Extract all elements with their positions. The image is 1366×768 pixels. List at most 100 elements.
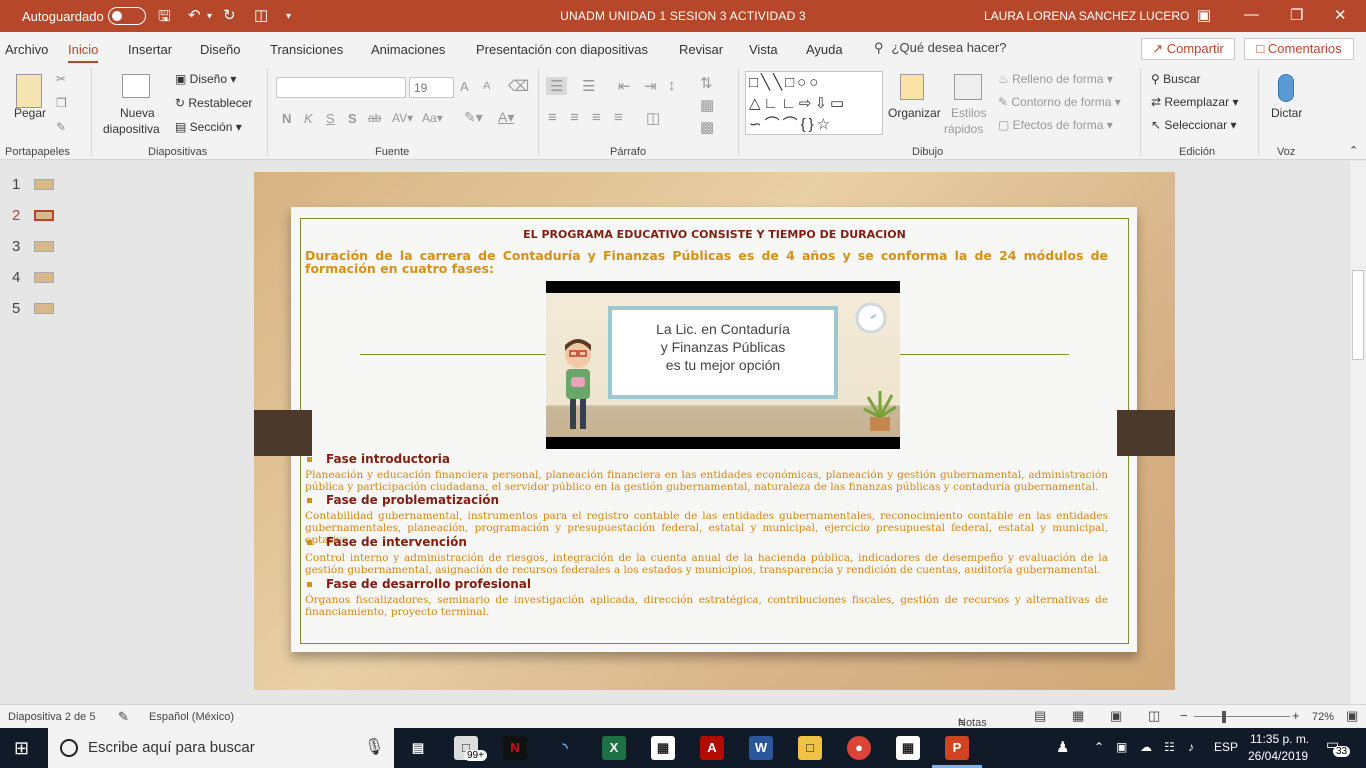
netflix-icon[interactable]: N bbox=[503, 736, 527, 760]
onedrive-icon[interactable]: ☁ bbox=[1140, 740, 1152, 754]
bullets-icon[interactable]: ☰ bbox=[546, 77, 568, 95]
clock-date[interactable]: 26/04/2019 bbox=[1248, 749, 1308, 763]
strikethrough-button[interactable]: ab bbox=[368, 111, 381, 125]
tray-chevron-icon[interactable]: ⌃ bbox=[1094, 740, 1104, 754]
shapes-gallery[interactable]: □╲╲□○○ △∟∟⇨⇩▭ ∽⌒⌒{}☆ bbox=[745, 71, 883, 135]
language-tray[interactable]: ESP bbox=[1214, 740, 1238, 754]
align-text-icon[interactable]: ▦ bbox=[700, 96, 714, 114]
edge-icon[interactable]: ◝ bbox=[553, 736, 577, 760]
underline-button[interactable]: S bbox=[326, 111, 335, 126]
quick-styles-label-2[interactable]: rápidos bbox=[944, 122, 983, 136]
align-right-icon[interactable]: ≡ bbox=[592, 109, 601, 126]
spellcheck-icon[interactable]: ✎ bbox=[118, 709, 129, 725]
phase-heading-3[interactable]: Fase de intervención bbox=[307, 535, 467, 549]
align-center-icon[interactable]: ≡ bbox=[570, 109, 579, 126]
highlight-icon[interactable]: ✎▾ bbox=[464, 109, 483, 126]
font-name-input[interactable] bbox=[276, 77, 406, 98]
font-size-input[interactable]: 19 bbox=[409, 77, 454, 98]
quick-styles-label-1[interactable]: Estilos bbox=[951, 106, 986, 120]
phase-text-4[interactable]: Órganos fiscalizadores, seminario de inv… bbox=[305, 594, 1108, 618]
shape-fill-button[interactable]: ♨ Relleno de forma ▾ bbox=[998, 72, 1113, 86]
scrollbar-thumb[interactable] bbox=[1352, 270, 1364, 360]
powerpoint-icon[interactable]: P bbox=[945, 736, 969, 760]
italic-button[interactable]: K bbox=[304, 111, 313, 126]
calendar-icon[interactable]: ▦ bbox=[896, 736, 920, 760]
new-slide-label-2[interactable]: diapositiva bbox=[103, 122, 160, 136]
paste-icon[interactable] bbox=[16, 74, 42, 108]
line-spacing-icon[interactable]: ↕ bbox=[668, 77, 676, 94]
tell-me-box[interactable]: ⚲ ¿Qué desea hacer? bbox=[874, 40, 1006, 56]
paste-button[interactable]: Pegar bbox=[14, 106, 46, 120]
quick-styles-icon[interactable] bbox=[954, 74, 982, 100]
word-icon[interactable]: W bbox=[749, 736, 773, 760]
embedded-video[interactable]: La Lic. en Contaduría y Finanzas Pública… bbox=[546, 281, 900, 449]
cut-icon[interactable]: ✂ bbox=[56, 72, 66, 86]
phase-heading-4[interactable]: Fase de desarrollo profesional bbox=[307, 577, 531, 591]
justify-icon[interactable]: ≡ bbox=[614, 109, 623, 126]
thumbnail-slide-1[interactable]: 1 bbox=[12, 176, 54, 193]
chrome-icon[interactable]: ● bbox=[847, 736, 871, 760]
thumbnail-slide-3[interactable]: 3 bbox=[12, 238, 54, 255]
zoom-slider-thumb[interactable] bbox=[1222, 711, 1226, 723]
columns-icon[interactable]: ◫ bbox=[646, 109, 660, 127]
phase-text-1[interactable]: Planeación y educación financiera person… bbox=[305, 469, 1108, 493]
ribbon-display-options-icon[interactable]: ▣ bbox=[1197, 6, 1211, 24]
tab-ayuda[interactable]: Ayuda bbox=[806, 42, 843, 57]
align-left-icon[interactable]: ≡ bbox=[548, 109, 557, 126]
excel-icon[interactable]: X bbox=[602, 736, 626, 760]
text-direction-icon[interactable]: ⇅ bbox=[700, 74, 713, 92]
file-explorer-icon[interactable]: □ bbox=[798, 736, 822, 760]
task-view-icon[interactable]: ▤ bbox=[406, 736, 430, 760]
shape-effects-button[interactable]: ▢ Efectos de forma ▾ bbox=[998, 118, 1113, 132]
slideshow-icon[interactable]: ◫ bbox=[1148, 708, 1160, 724]
thumbnail-slide-2[interactable]: 2 bbox=[12, 207, 54, 224]
shadow-button[interactable]: S bbox=[348, 111, 357, 126]
grow-font-button[interactable]: A bbox=[460, 79, 469, 94]
close-icon[interactable]: ✕ bbox=[1334, 6, 1347, 24]
zoom-out-icon[interactable]: − bbox=[1180, 708, 1188, 723]
tab-inicio[interactable]: Inicio bbox=[68, 42, 99, 63]
share-button[interactable]: ↗ Compartir bbox=[1141, 38, 1235, 60]
slide-subtitle[interactable]: Duración de la carrera de Contaduría y F… bbox=[305, 249, 1108, 275]
arrange-icon[interactable] bbox=[900, 74, 924, 100]
decrease-indent-icon[interactable]: ⇤ bbox=[618, 77, 631, 95]
change-case-button[interactable]: Aa▾ bbox=[422, 111, 443, 125]
tab-transiciones[interactable]: Transiciones bbox=[270, 42, 343, 57]
normal-view-icon[interactable]: ▤ bbox=[1034, 708, 1046, 724]
zoom-level[interactable]: 72% bbox=[1312, 711, 1334, 723]
select-button[interactable]: ↖ Seleccionar ▾ bbox=[1151, 118, 1236, 132]
thumbnail-slide-5[interactable]: 5 bbox=[12, 300, 54, 317]
slide-sorter-icon[interactable]: ▦ bbox=[1072, 708, 1084, 724]
font-color-icon[interactable]: A▾ bbox=[498, 109, 514, 126]
thumbnail-slide-4[interactable]: 4 bbox=[12, 269, 54, 286]
slide-title[interactable]: EL PROGRAMA EDUCATIVO CONSISTE Y TIEMPO … bbox=[300, 228, 1129, 241]
collapse-ribbon-icon[interactable]: ⌃ bbox=[1349, 144, 1358, 157]
tab-diseno[interactable]: Diseño bbox=[200, 42, 240, 57]
section-button[interactable]: ▤ Sección ▾ bbox=[175, 120, 242, 134]
numbering-icon[interactable]: ☰ bbox=[582, 77, 595, 95]
volume-icon[interactable]: ♪ bbox=[1188, 740, 1194, 754]
format-painter-icon[interactable]: ✎ bbox=[56, 120, 66, 134]
new-slide-icon[interactable] bbox=[122, 74, 150, 98]
fit-slide-icon[interactable]: ▣ bbox=[1346, 708, 1358, 724]
language-indicator[interactable]: Español (México) bbox=[149, 711, 234, 723]
char-spacing-icon[interactable]: AV▾ bbox=[392, 111, 413, 125]
tab-archivo[interactable]: Archivo bbox=[5, 42, 48, 57]
vertical-scrollbar[interactable] bbox=[1350, 161, 1366, 704]
copy-icon[interactable]: ❐ bbox=[56, 96, 67, 110]
tab-vista[interactable]: Vista bbox=[749, 42, 778, 57]
zoom-in-icon[interactable]: + bbox=[1292, 708, 1300, 723]
phase-text-3[interactable]: Control interno y administración de ries… bbox=[305, 552, 1108, 576]
dictate-button[interactable]: Dictar bbox=[1271, 106, 1302, 120]
user-name[interactable]: LAURA LORENA SANCHEZ LUCERO bbox=[984, 9, 1189, 23]
restore-icon[interactable]: ❐ bbox=[1290, 6, 1303, 24]
zoom-slider[interactable] bbox=[1194, 716, 1290, 717]
microphone-icon[interactable] bbox=[1278, 74, 1294, 102]
comments-button[interactable]: □ Comentarios bbox=[1244, 38, 1354, 60]
tab-animaciones[interactable]: Animaciones bbox=[371, 42, 445, 57]
layout-button[interactable]: ▣ Diseño ▾ bbox=[175, 72, 236, 86]
network-icon[interactable]: ☷ bbox=[1164, 740, 1175, 754]
phase-heading-2[interactable]: Fase de problematización bbox=[307, 493, 499, 507]
acrobat-icon[interactable]: A bbox=[700, 736, 724, 760]
tab-insertar[interactable]: Insertar bbox=[128, 42, 172, 57]
